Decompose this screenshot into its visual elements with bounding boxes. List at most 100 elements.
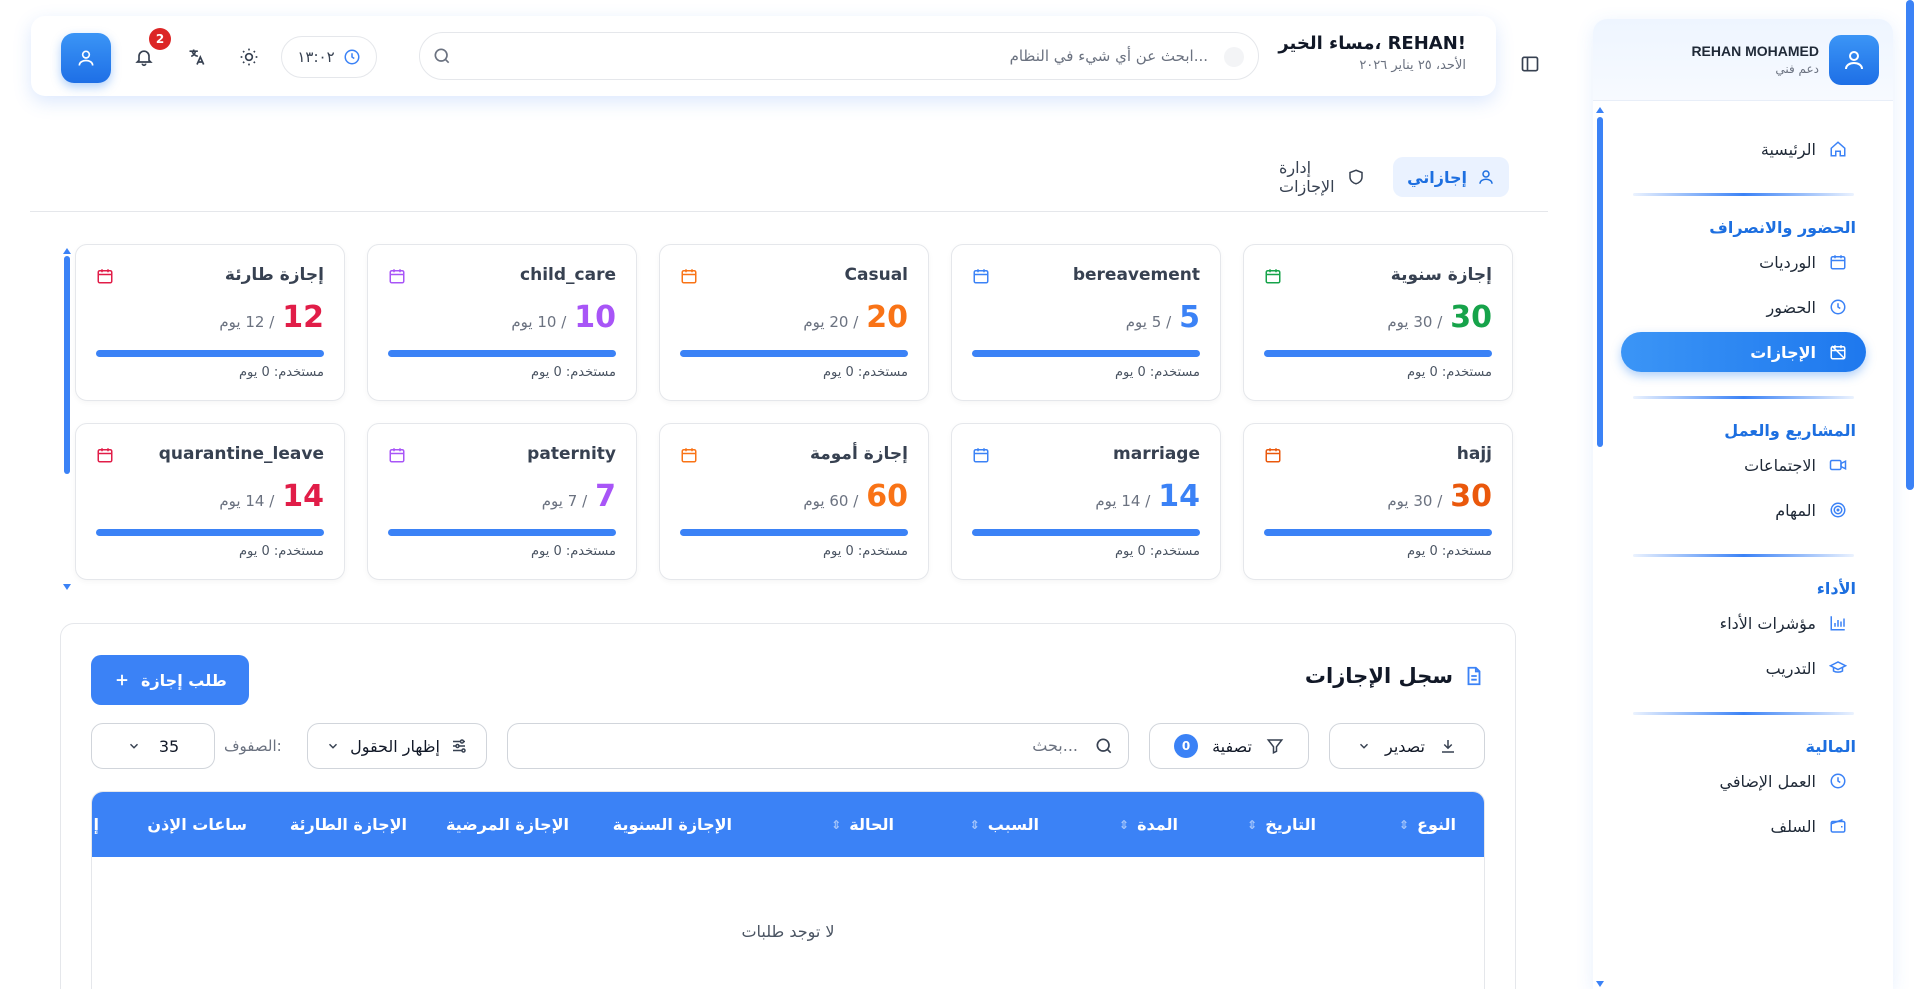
tabs-divider: [30, 211, 1548, 212]
leave-card-balance: 5 / 5 يوم: [1126, 300, 1200, 335]
tab-manage-leaves[interactable]: إدارة الإجازات: [1265, 157, 1379, 197]
profile-button[interactable]: [61, 33, 111, 83]
sidebar-item-label: الحضور: [1766, 297, 1816, 317]
sidebar-item-label: الورديات: [1759, 252, 1816, 272]
cards-scrollbar[interactable]: [63, 248, 71, 590]
chevron-down-icon: [326, 739, 340, 753]
records-search-input[interactable]: بحث...: [507, 723, 1129, 769]
leave-card-total: / 30 يوم: [1387, 313, 1443, 331]
sidebar-item-label: الإجازات: [1750, 342, 1816, 362]
leave-card-balance: 30 / 30 يوم: [1387, 479, 1492, 514]
sidebar-item-home[interactable]: الرئيسية: [1621, 129, 1866, 169]
bar-chart-icon: [1828, 613, 1848, 633]
leave-card-remaining: 12: [282, 300, 324, 335]
sidebar-item-attendance[interactable]: الحضور: [1621, 287, 1866, 327]
leave-card[interactable]: Casual 20 / 20 يوم مستخدم: 0 يوم: [659, 244, 929, 401]
leave-card[interactable]: إجازة أمومة 60 / 60 يوم مستخدم: 0 يوم: [659, 423, 929, 580]
table-column-header[interactable]: إ: [94, 792, 99, 857]
leave-card-used: مستخدم: 0 يوم: [530, 544, 616, 559]
leave-card-title: إجازة سنوية: [1390, 265, 1492, 285]
sidebar-item-shifts[interactable]: الورديات: [1621, 242, 1866, 282]
table-column-header[interactable]: ⇕ الحالة: [831, 792, 894, 857]
leave-records-panel: سجل الإجازات طلب إجازة 35 الصفوف: إظهار …: [60, 623, 1516, 989]
user-icon: [1477, 168, 1495, 186]
sidebar-item-advances[interactable]: السلف: [1621, 806, 1866, 846]
global-search-input[interactable]: ابحث عن أي شيء في النظام...: [419, 32, 1259, 80]
rows-per-page-select[interactable]: 35: [91, 723, 215, 769]
leave-card[interactable]: إجازة طارئة 12 / 12 يوم مستخدم: 0 يوم: [75, 244, 345, 401]
leave-card-progress: [1264, 350, 1492, 357]
leave-card-title: إجازة طارئة: [224, 265, 324, 285]
table-column-header[interactable]: ⇕ المدة: [1119, 792, 1178, 857]
leave-card[interactable]: marriage 14 / 14 يوم مستخدم: 0 يوم: [951, 423, 1221, 580]
tab-my-leaves[interactable]: إجازاتي: [1393, 157, 1509, 197]
column-label: السبب: [987, 815, 1039, 834]
table-column-header[interactable]: ⇕ السبب: [970, 792, 1039, 857]
table-column-header[interactable]: الإجازة الطارئة: [290, 792, 407, 857]
sidebar-item-tasks[interactable]: المهام: [1621, 490, 1866, 530]
sidebar-divider: [1633, 193, 1854, 196]
leave-card[interactable]: إجازة سنوية 30 / 30 يوم مستخدم: 0 يوم: [1243, 244, 1513, 401]
leave-card-remaining: 10: [574, 300, 616, 335]
translate-button[interactable]: [184, 44, 210, 70]
table-column-header[interactable]: ⇕ التاريخ: [1247, 792, 1316, 857]
leave-card[interactable]: quarantine_leave 14 / 14 يوم مستخدم: 0 يوم: [75, 423, 345, 580]
show-fields-button[interactable]: إظهار الحقول: [307, 723, 487, 769]
filter-button[interactable]: 0 تصفية: [1149, 723, 1309, 769]
leave-card-total: / 30 يوم: [1387, 492, 1443, 510]
sidebar-item-overtime[interactable]: العمل الإضافي: [1621, 761, 1866, 801]
table-column-header[interactable]: الإجازة السنوية: [613, 792, 732, 857]
leave-card[interactable]: child_care 10 / 10 يوم مستخدم: 0 يوم: [367, 244, 637, 401]
sort-icon: ⇕: [1119, 817, 1130, 832]
table-column-header[interactable]: ساعات الإذن: [147, 792, 247, 857]
leave-card-remaining: 30: [1450, 479, 1492, 514]
column-label: المدة: [1137, 815, 1178, 834]
column-label: الإجازة الطارئة: [289, 815, 407, 834]
user-icon[interactable]: [1829, 34, 1879, 85]
sidebar-divider: [1633, 554, 1854, 557]
sidebar-toggle-icon[interactable]: [1520, 54, 1540, 74]
tab-label: إجازاتي: [1407, 167, 1467, 187]
table-header: ⇕ النوع ⇕ التاريخ ⇕ المدة ⇕ السبب ⇕ الحالة الإجازة…: [92, 792, 1484, 857]
leave-card[interactable]: paternity 7 / 7 يوم مستخدم: 0 يوم: [367, 423, 637, 580]
request-leave-button[interactable]: طلب إجازة: [91, 655, 249, 705]
leave-card[interactable]: bereavement 5 / 5 يوم مستخدم: 0 يوم: [951, 244, 1221, 401]
leave-card-balance: 10 / 10 يوم: [511, 300, 616, 335]
leave-card-remaining: 20: [866, 300, 908, 335]
export-button[interactable]: تصدير: [1329, 723, 1485, 769]
calendar-icon: [680, 267, 698, 285]
column-label: ساعات الإذن: [147, 815, 247, 834]
calendar-icon: [1828, 252, 1848, 272]
leave-card-progress: [388, 529, 616, 536]
column-label: الإجازة السنوية: [612, 815, 732, 834]
request-leave-label: طلب إجازة: [141, 670, 227, 690]
export-label: تصدير: [1384, 736, 1425, 756]
leave-card-used: مستخدم: 0 يوم: [1406, 544, 1492, 559]
page-scrollbar[interactable]: [1906, 0, 1914, 989]
leave-card[interactable]: hajj 30 / 30 يوم مستخدم: 0 يوم: [1243, 423, 1513, 580]
search-placeholder: ابحث عن أي شيء في النظام...: [1009, 47, 1208, 65]
sidebar-item-leaves[interactable]: الإجازات: [1621, 332, 1866, 372]
leave-card-total: / 10 يوم: [511, 313, 567, 331]
translate-icon: [187, 47, 207, 67]
clock-icon: [1828, 771, 1848, 791]
user-icon: [76, 48, 96, 68]
leave-card-progress: [680, 350, 908, 357]
leave-card-used: مستخدم: 0 يوم: [238, 544, 324, 559]
table-column-header[interactable]: ⇕ النوع: [1399, 792, 1456, 857]
calendar-icon: [1264, 267, 1282, 285]
theme-toggle-button[interactable]: [236, 44, 262, 70]
leave-card-progress: [388, 350, 616, 357]
sidebar-item-kpis[interactable]: مؤشرات الأداء: [1621, 603, 1866, 643]
leave-card-progress: [96, 529, 324, 536]
leave-card-progress: [680, 529, 908, 536]
leave-card-title: child_care: [520, 265, 616, 285]
table-column-header[interactable]: الإجازة المرضية: [446, 792, 569, 857]
bell-icon: [134, 47, 154, 67]
sidebar-item-meetings[interactable]: الاجتماعات: [1621, 445, 1866, 485]
leave-card-progress: [96, 350, 324, 357]
leave-card-balance: 20 / 20 يوم: [803, 300, 908, 335]
sidebar-item-training[interactable]: التدريب: [1621, 648, 1866, 688]
sidebar-scrollbar[interactable]: [1596, 107, 1604, 987]
sort-icon: ⇕: [1247, 817, 1258, 832]
